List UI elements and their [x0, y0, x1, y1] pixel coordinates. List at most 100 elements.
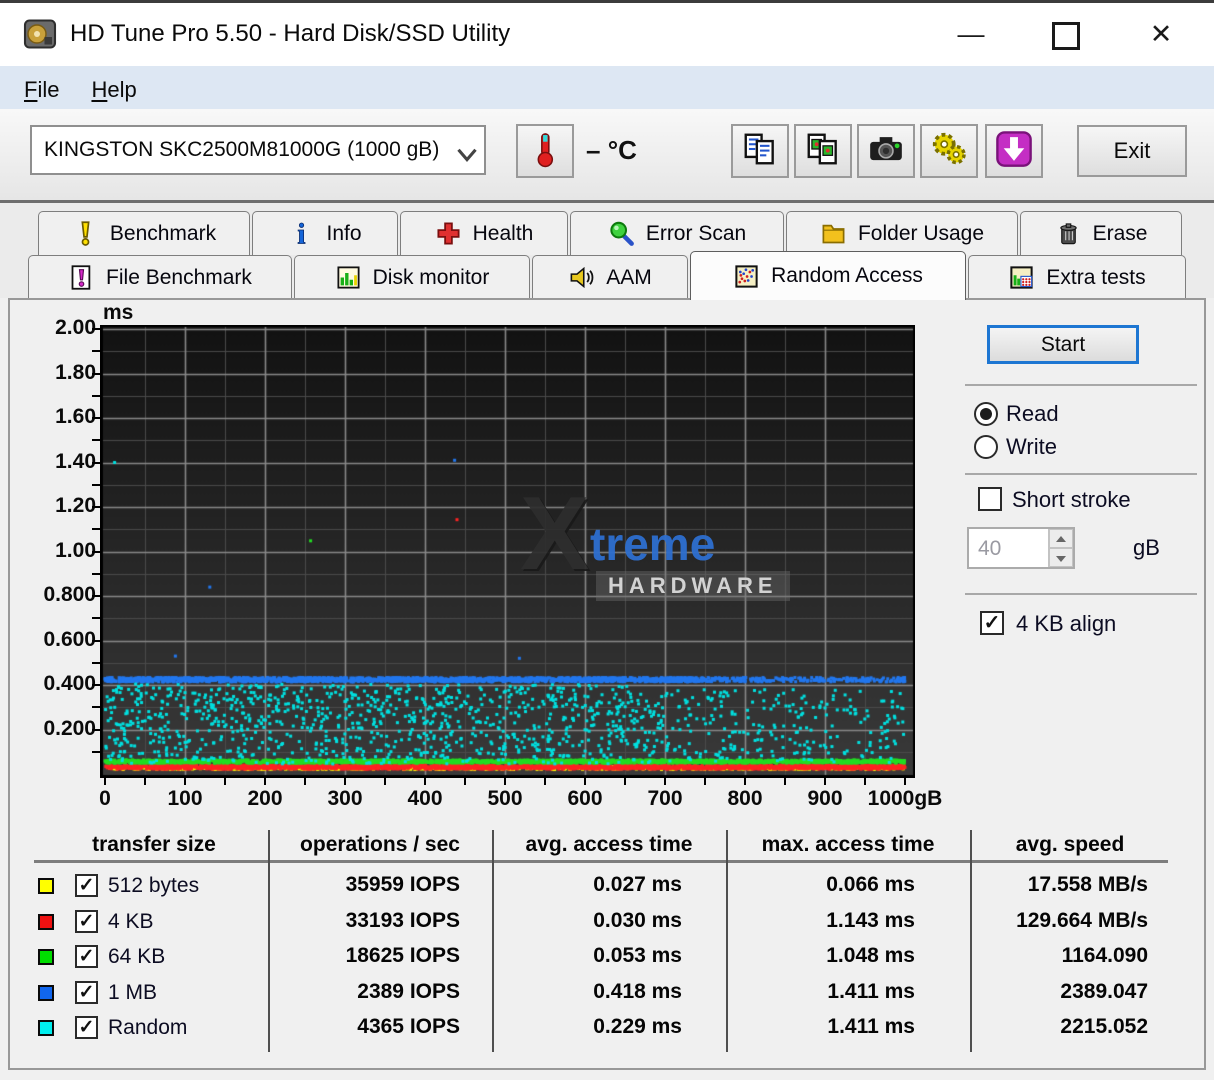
x-tick-mark [744, 778, 746, 785]
y-tick-label: 1.40 [55, 449, 96, 473]
spinner [1048, 529, 1073, 567]
x-tick-mark [824, 778, 826, 785]
harddisk-app-icon [22, 16, 58, 52]
maximize-button[interactable] [1037, 11, 1095, 57]
health-icon [435, 220, 462, 247]
close-button[interactable]: ✕ [1132, 11, 1190, 57]
avg-access-value: 0.027 ms [593, 873, 682, 896]
write-radio[interactable] [974, 435, 998, 459]
series-color-swatch [38, 984, 54, 1001]
max-access-value: 1.411 ms [827, 979, 915, 1003]
avg-access-value: 0.418 ms [593, 979, 682, 1003]
copy-image-button[interactable] [794, 124, 852, 178]
y-tick-mark [92, 328, 100, 330]
series-color-swatch [38, 913, 54, 930]
x-tick-mark [224, 778, 226, 785]
y-tick-mark [92, 350, 100, 353]
table-row-64-kb: 64 KB 18625 IOPS 0.053 ms 1.048 ms 1164.090 [30, 940, 1170, 976]
y-tick-mark [92, 706, 100, 709]
tab-aam[interactable]: AAM [532, 255, 688, 299]
y-tick-mark [92, 750, 100, 753]
menu-item-file[interactable]: File [8, 73, 75, 107]
tab-folder-usage[interactable]: Folder Usage [786, 211, 1018, 255]
options-button[interactable] [920, 124, 978, 178]
transfer-size-label: 512 bytes [108, 874, 200, 897]
tab-info[interactable]: i Info [252, 211, 398, 255]
table-row-random: Random 4365 IOPS 0.229 ms 1.411 ms 2215.052 [30, 1011, 1170, 1047]
tab-label: Erase [1092, 221, 1148, 245]
transfer-size-label: 4 KB [108, 909, 154, 933]
y-tick-mark [92, 728, 100, 731]
write-label: Write [1006, 434, 1057, 459]
tab-file-benchmark[interactable]: File Benchmark [28, 255, 292, 299]
y-tick-mark [92, 661, 100, 664]
tab-disk-monitor[interactable]: Disk monitor [294, 255, 530, 299]
table-header-rule [34, 860, 1168, 863]
table-row-4-kb: 4 KB 33193 IOPS 0.030 ms 1.143 ms 129.664 MB… [30, 905, 1170, 941]
spin-up-button[interactable] [1049, 529, 1073, 548]
tab-extra-tests[interactable]: Extra tests [968, 255, 1186, 299]
series-checkbox[interactable] [75, 909, 98, 933]
copy-text-icon [741, 130, 779, 173]
y-tick-mark [92, 528, 100, 531]
x-tick-mark [784, 778, 786, 785]
series-checkbox[interactable] [75, 874, 98, 897]
exit-button[interactable]: Exit [1077, 125, 1187, 177]
col-header-avg-speed: avg. speed [1015, 833, 1125, 856]
series-checkbox[interactable] [75, 1016, 98, 1039]
erase-icon [1055, 220, 1082, 247]
info-icon: i [288, 218, 315, 251]
tab-random-access[interactable]: Random Access [690, 251, 966, 300]
short-stroke-size-value: 40 [978, 537, 1002, 560]
x-tick-mark [624, 778, 626, 785]
tab-benchmark[interactable]: Benchmark [38, 211, 250, 255]
drive-select-dropdown[interactable]: KINGSTON SKC2500M81000G (1000 gB) [30, 125, 486, 175]
tab-erase[interactable]: Erase [1020, 211, 1182, 255]
table-row-1-mb: 1 MB 2389 IOPS 0.418 ms 1.411 ms 2389.047 [30, 976, 1170, 1012]
y-tick-mark [92, 461, 100, 464]
y-tick-label: 1.80 [55, 360, 96, 384]
menu-item-help[interactable]: Help [75, 73, 152, 107]
short-stroke-size-input[interactable]: 40 [967, 527, 1075, 569]
read-radio[interactable] [974, 402, 998, 426]
tab-error-scan[interactable]: Error Scan [570, 211, 784, 255]
tab-label: AAM [606, 265, 652, 289]
x-tick-mark [384, 778, 386, 785]
tab-label: Disk monitor [372, 265, 490, 289]
copy-text-button[interactable] [731, 124, 789, 178]
x-tick-mark [464, 778, 466, 785]
avg-access-value: 0.229 ms [593, 1015, 682, 1038]
minimize-button[interactable]: — [942, 11, 1000, 57]
short-stroke-checkbox[interactable] [978, 487, 1002, 511]
x-tick-mark [544, 778, 546, 785]
y-tick-label: 1.60 [55, 405, 96, 428]
separator [965, 384, 1197, 386]
benchmark-icon [72, 220, 99, 247]
max-access-value: 1.048 ms [826, 944, 915, 967]
series-checkbox[interactable] [75, 945, 98, 968]
drive-select-value: KINGSTON SKC2500M81000G (1000 gB) [44, 138, 440, 161]
start-button[interactable]: Start [987, 325, 1139, 364]
update-button[interactable] [985, 124, 1043, 178]
error-scan-icon [608, 220, 635, 247]
y-tick-mark [92, 550, 100, 553]
series-checkbox[interactable] [75, 980, 98, 1004]
x-tick-mark [904, 778, 906, 785]
svg-text:i: i [298, 220, 306, 247]
window-title: HD Tune Pro 5.50 - Hard Disk/SSD Utility [70, 20, 511, 47]
spin-down-button[interactable] [1049, 548, 1073, 567]
4kb-align-checkbox[interactable] [980, 611, 1004, 635]
temperature-button[interactable] [516, 124, 574, 178]
tab-health[interactable]: Health [400, 211, 568, 255]
tab-strip: Benchmark i Info Health Error Scan Folder Usa… [0, 203, 1214, 300]
x-tick-mark [664, 778, 666, 785]
screenshot-button[interactable] [857, 124, 915, 178]
aam-icon [568, 264, 595, 291]
y-tick-mark [92, 417, 100, 419]
x-tick-mark [184, 778, 186, 785]
operations-value: 18625 IOPS [345, 944, 460, 967]
menu-bar: File Help [0, 66, 1214, 110]
copy-image-icon [804, 130, 842, 173]
camera-icon [867, 130, 905, 173]
extra-tests-icon [1008, 264, 1035, 291]
